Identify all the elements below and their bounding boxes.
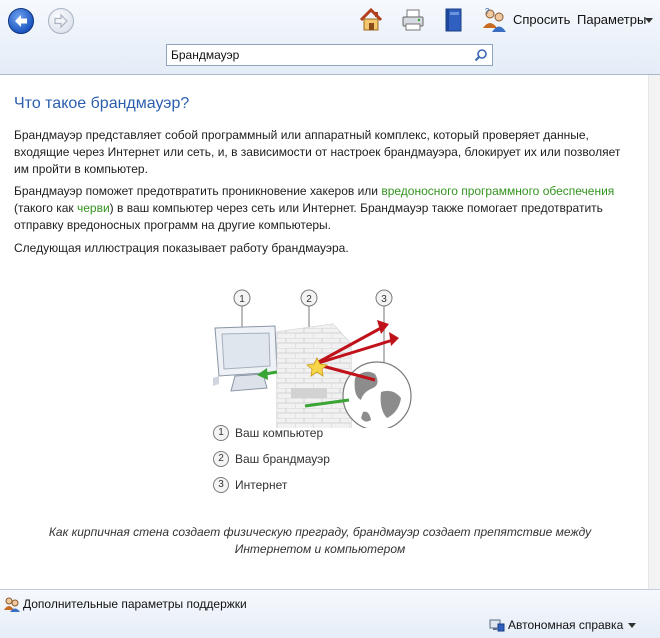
ask-icon[interactable]: ?: [481, 6, 507, 34]
help-article: Что такое брандмауэр? Брандмауэр предста…: [0, 75, 648, 589]
malware-link[interactable]: вредоносного программного обеспечения: [381, 184, 614, 198]
search-input[interactable]: [171, 47, 461, 63]
illustration-marker-2: 2: [300, 289, 318, 307]
support-options-link[interactable]: Дополнительные параметры поддержки: [23, 597, 247, 611]
footer-bar: Дополнительные параметры поддержки Автон…: [0, 589, 660, 638]
legend-item-firewall: 2 Ваш брандмауэр: [213, 451, 330, 467]
vertical-scrollbar[interactable]: [648, 75, 660, 589]
home-icon[interactable]: [358, 6, 384, 34]
offline-help-menu[interactable]: Автономная справка: [508, 618, 623, 632]
worms-link[interactable]: черви: [77, 201, 110, 215]
svg-text:?: ?: [485, 7, 490, 16]
computer-monitor-icon: [213, 325, 278, 392]
paragraph-protection: Брандмауэр поможет предотвратить проникн…: [14, 184, 615, 232]
toolbar: ? Спросить Параметры: [0, 0, 660, 75]
ask-link[interactable]: Спросить: [513, 12, 570, 27]
legend-item-internet: 3 Интернет: [213, 477, 287, 493]
print-icon[interactable]: [400, 6, 426, 34]
chevron-down-icon[interactable]: [628, 623, 636, 628]
search-icon[interactable]: [474, 48, 488, 62]
svg-text:1: 1: [239, 294, 245, 305]
support-icon: [4, 597, 20, 612]
internet-globe-icon: [342, 361, 412, 428]
search-box: [166, 44, 493, 66]
page-title: Что такое брандмауэр?: [14, 95, 190, 112]
back-icon: [15, 15, 27, 27]
brick-wall-icon: [276, 323, 352, 428]
forward-button[interactable]: [48, 8, 74, 34]
firewall-illustration: 1 2 3: [213, 289, 412, 428]
paragraph-illustration-intro: Следующая иллюстрация показывает работу …: [14, 241, 349, 255]
illustration-marker-1: 1: [233, 289, 251, 307]
illustration-caption: Как кирпичная стена создает физическую п…: [48, 525, 592, 556]
paragraph-definition: Брандмауэр представляет собой программны…: [14, 128, 621, 176]
browse-help-icon[interactable]: [441, 6, 467, 34]
chevron-down-icon[interactable]: [645, 18, 653, 23]
forward-icon: [54, 13, 68, 29]
offline-help-icon: [489, 619, 505, 632]
options-menu[interactable]: Параметры: [577, 12, 646, 27]
svg-text:2: 2: [306, 294, 312, 305]
back-button[interactable]: [8, 8, 34, 34]
legend-item-computer: 1 Ваш компьютер: [213, 425, 323, 441]
svg-text:3: 3: [381, 294, 387, 305]
illustration-marker-3: 3: [375, 289, 393, 307]
